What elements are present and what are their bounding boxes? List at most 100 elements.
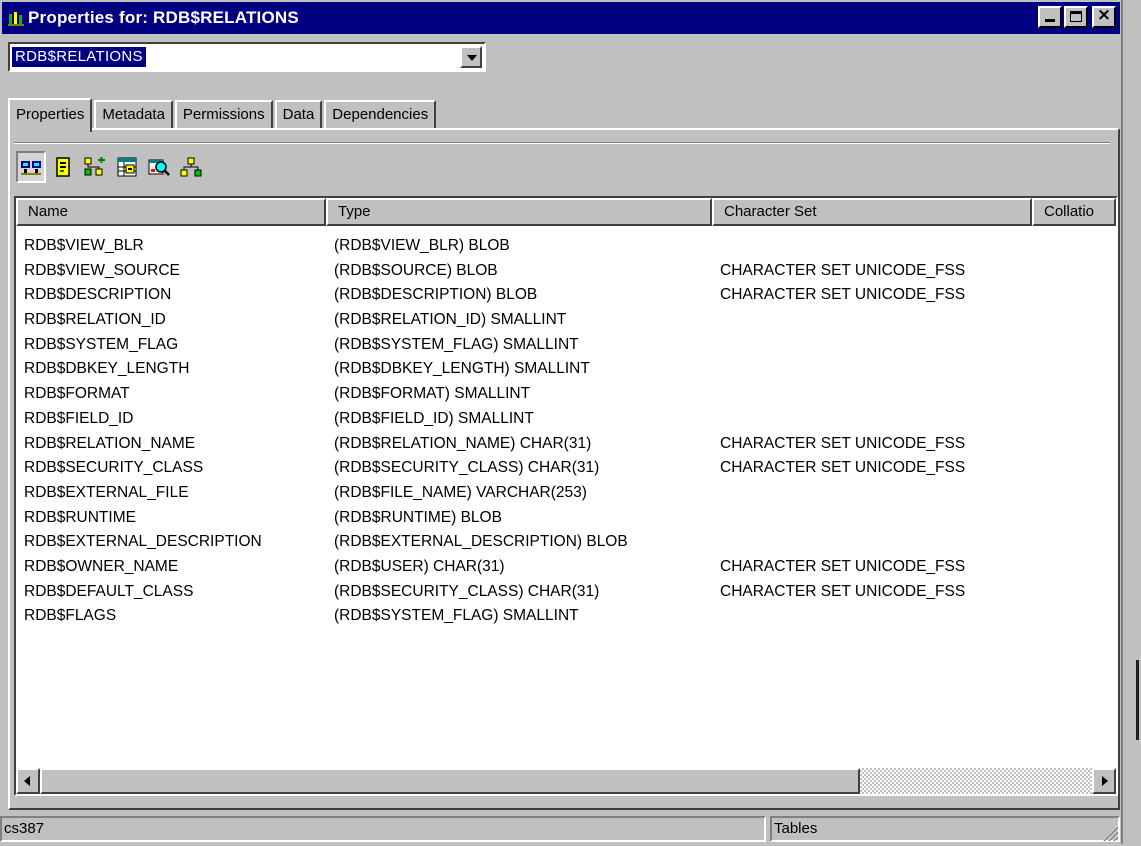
maximize-button[interactable] [1064, 6, 1088, 28]
field-charset [712, 234, 1032, 259]
close-button[interactable]: × [1092, 5, 1116, 28]
field-name: RDB$FORMAT [24, 385, 130, 403]
field-name: RDB$DESCRIPTION [24, 286, 172, 304]
table-row[interactable]: RDB$DBKEY_LENGTH (RDB$DBKEY_LENGTH) SMALL… [16, 357, 1116, 382]
scroll-right-button[interactable] [1092, 768, 1116, 794]
add-tree-button[interactable] [80, 151, 110, 183]
table-row[interactable]: RDB$FLAGS (RDB$SYSTEM_FLAG) SMALLINT [16, 604, 1116, 629]
close-icon: × [1096, 5, 1112, 25]
columns-view-icon [20, 158, 42, 176]
field-type: (RDB$RUNTIME) BLOB [334, 508, 502, 526]
table-row[interactable]: RDB$RELATION_ID (RDB$RELATION_ID) SMALLIN… [16, 308, 1116, 333]
status-object-type: Tables [770, 816, 1120, 842]
title-bar[interactable]: Properties for: RDB$RELATIONS × [2, 2, 1120, 34]
maximize-icon [1070, 11, 1082, 22]
field-name: RDB$VIEW_BLR [24, 237, 144, 254]
field-type: (RDB$VIEW_BLR) BLOB [334, 237, 510, 254]
field-type: (RDB$USER) CHAR(31) [334, 557, 505, 575]
toolbar [16, 148, 206, 186]
status-bar: cs387 Tables [0, 814, 1121, 844]
table-search-icon [148, 157, 170, 177]
field-charset [712, 382, 1032, 407]
field-name: RDB$EXTERNAL_FILE [24, 483, 189, 501]
field-name: RDB$RUNTIME [24, 508, 136, 526]
table-row[interactable]: RDB$SYSTEM_FLAG (RDB$SYSTEM_FLAG) SMALLIN… [16, 333, 1116, 358]
column-header-character-set[interactable]: Character Set [712, 198, 1032, 226]
field-type: (RDB$SECURITY_CLASS) CHAR(31) [334, 582, 600, 600]
table-row[interactable]: RDB$RELATION_NAME (RDB$RELATION_NAME) CHA… [16, 432, 1116, 457]
field-type: (RDB$SYSTEM_FLAG) SMALLINT [334, 335, 579, 353]
chevron-down-icon [467, 55, 477, 61]
toolbar-separator [14, 142, 1110, 144]
field-type: (RDB$RELATION_NAME) CHAR(31) [334, 434, 592, 452]
field-charset [712, 357, 1032, 382]
scroll-left-button[interactable] [16, 768, 40, 794]
field-charset: CHARACTER SET UNICODE_FSS [720, 582, 966, 600]
fields-grid-viewport: Name Type Character Set Collatio RDB$VIE… [16, 198, 1116, 794]
field-name: RDB$RELATION_ID [24, 311, 166, 329]
field-name: RDB$SECURITY_CLASS [24, 459, 204, 477]
field-name: RDB$DEFAULT_CLASS [24, 582, 194, 600]
table-row[interactable]: RDB$VIEW_BLR (RDB$VIEW_BLR) BLOB [16, 234, 1116, 259]
table-row[interactable]: RDB$DESCRIPTION (RDB$DESCRIPTION) BLOB CHA… [16, 283, 1116, 308]
field-type: (RDB$FILE_NAME) VARCHAR(253) [334, 483, 587, 501]
object-selector-dropdown[interactable]: RDB$RELATIONS [8, 42, 486, 72]
resize-grip-icon[interactable] [1099, 822, 1119, 842]
scrollbar-thumb[interactable] [40, 768, 860, 794]
hierarchy-button[interactable] [176, 151, 206, 183]
columns-view-button[interactable] [16, 151, 46, 183]
table-row[interactable]: RDB$FORMAT (RDB$FORMAT) SMALLINT [16, 382, 1116, 407]
minimize-button[interactable] [1038, 6, 1062, 28]
fields-grid[interactable]: Name Type Character Set Collatio RDB$VIE… [14, 196, 1118, 796]
table-row[interactable]: RDB$OWNER_NAME (RDB$USER) CHAR(31) CHARACT… [16, 555, 1116, 580]
field-charset: CHARACTER SET UNICODE_FSS [720, 261, 966, 279]
tab-data[interactable]: Data [274, 100, 323, 130]
grid-edit-icon [117, 157, 137, 177]
field-charset: CHARACTER SET UNICODE_FSS [720, 557, 966, 575]
table-search-button[interactable] [144, 151, 174, 183]
field-charset [712, 604, 1032, 629]
object-selector-value: RDB$RELATIONS [12, 47, 146, 67]
field-type: (RDB$FIELD_ID) SMALLINT [334, 409, 534, 427]
table-row[interactable]: RDB$DEFAULT_CLASS (RDB$SECURITY_CLASS) CH… [16, 580, 1116, 605]
table-row[interactable]: RDB$VIEW_SOURCE (RDB$SOURCE) BLOB CHARACTE… [16, 259, 1116, 284]
table-row[interactable]: RDB$FIELD_ID (RDB$FIELD_ID) SMALLINT [16, 407, 1116, 432]
tab-permissions[interactable]: Permissions [174, 100, 273, 130]
database-app-icon [8, 10, 24, 26]
grid-edit-button[interactable] [112, 151, 142, 183]
field-charset: CHARACTER SET UNICODE_FSS [720, 434, 966, 452]
table-row[interactable]: RDB$EXTERNAL_FILE (RDB$FILE_NAME) VARCHAR… [16, 481, 1116, 506]
field-type: (RDB$EXTERNAL_DESCRIPTION) BLOB [334, 533, 628, 551]
field-charset: CHARACTER SET UNICODE_FSS [720, 459, 966, 477]
status-server: cs387 [0, 816, 766, 842]
arrow-left-icon [24, 776, 30, 786]
field-charset [712, 333, 1032, 358]
column-header-name[interactable]: Name [16, 198, 326, 226]
field-name: RDB$VIEW_SOURCE [24, 261, 180, 279]
table-row[interactable]: RDB$RUNTIME (RDB$RUNTIME) BLOB [16, 506, 1116, 531]
grid-rows: RDB$VIEW_BLR (RDB$VIEW_BLR) BLOB RDB$VIEW… [16, 234, 1116, 629]
field-name: RDB$EXTERNAL_DESCRIPTION [24, 533, 262, 551]
field-type: (RDB$RELATION_ID) SMALLINT [334, 311, 567, 329]
grid-header: Name Type Character Set Collatio [16, 198, 1116, 226]
column-header-collation[interactable]: Collatio [1032, 198, 1116, 226]
field-type: (RDB$SECURITY_CLASS) CHAR(31) [334, 459, 600, 477]
field-charset [712, 506, 1032, 531]
table-row[interactable]: RDB$SECURITY_CLASS (RDB$SECURITY_CLASS) C… [16, 456, 1116, 481]
table-row[interactable]: RDB$EXTERNAL_DESCRIPTION (RDB$EXTERNAL_DE… [16, 530, 1116, 555]
add-tree-icon [84, 157, 106, 177]
column-header-type[interactable]: Type [326, 198, 712, 226]
document-button[interactable] [48, 151, 78, 183]
field-name: RDB$DBKEY_LENGTH [24, 360, 190, 378]
hierarchy-icon [180, 157, 202, 177]
field-charset [712, 481, 1032, 506]
tab-dependencies[interactable]: Dependencies [324, 100, 437, 130]
field-type: (RDB$SOURCE) BLOB [334, 261, 498, 279]
field-charset: CHARACTER SET UNICODE_FSS [720, 286, 966, 304]
minimize-icon [1045, 19, 1055, 22]
field-type: (RDB$DBKEY_LENGTH) SMALLINT [334, 360, 590, 378]
tab-properties[interactable]: Properties [8, 98, 93, 132]
horizontal-scrollbar[interactable] [16, 768, 1116, 794]
dropdown-arrow-button[interactable] [460, 46, 482, 68]
tab-metadata[interactable]: Metadata [94, 100, 173, 130]
